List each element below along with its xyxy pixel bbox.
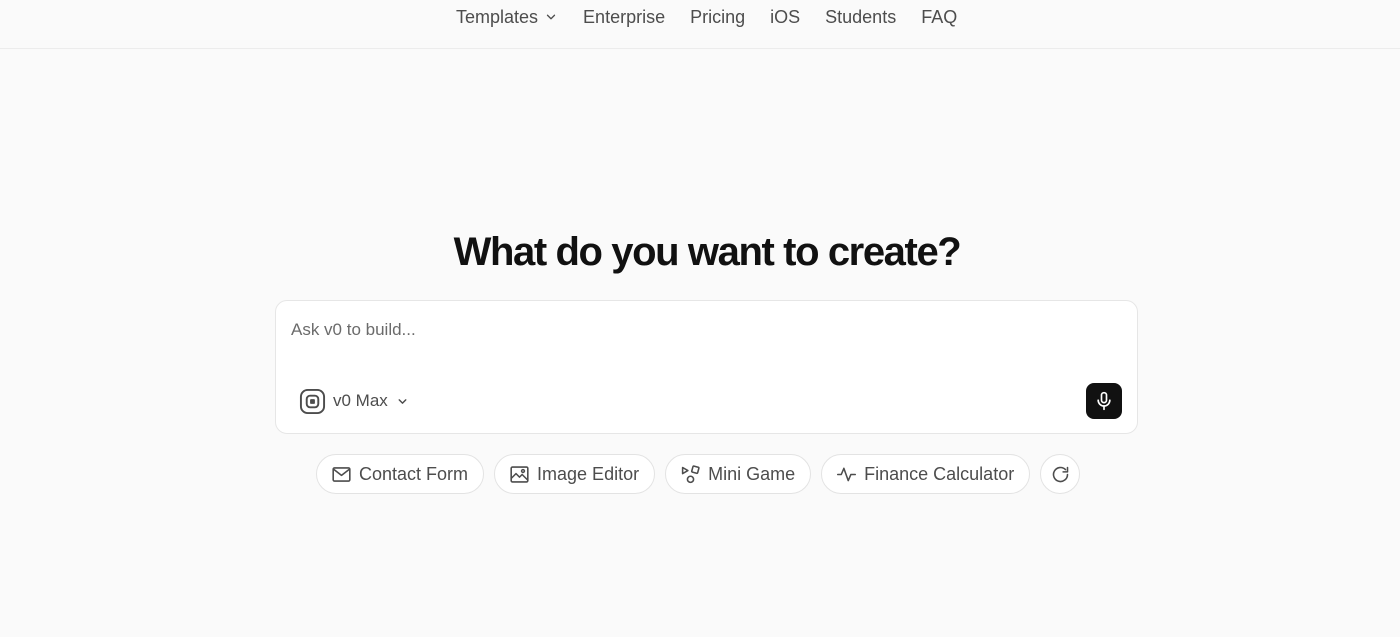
nav-item-label: Enterprise [583,6,666,27]
nav-item-pricing[interactable]: Pricing [690,7,745,28]
mail-icon [332,466,351,482]
suggestion-label: Contact Form [359,463,469,484]
image-icon [510,465,529,483]
nav-item-students[interactable]: Students [825,7,896,28]
model-chip-icon [299,388,326,414]
nav-list: Templates Enterprise Pricing iOS Student… [456,5,957,29]
activity-icon [837,467,857,481]
suggestion-label: Mini Game [708,463,796,484]
model-selector[interactable]: v0 Max [299,387,409,415]
nav-item-label: iOS [770,6,801,27]
suggestion-mini-game[interactable]: Mini Game [665,454,812,494]
shapes-icon [681,464,700,483]
suggestion-chips: Contact Form Image Editor Mini Game Fina… [316,454,1081,494]
microphone-icon [1097,391,1111,411]
microphone-button[interactable] [1086,383,1122,419]
suggestion-label: Finance Calculator [864,463,1015,484]
refresh-suggestions-button[interactable] [1040,454,1081,494]
nav-item-label: Students [825,6,897,27]
prompt-input[interactable] [291,317,1111,343]
nav-item-label: Templates [456,6,539,27]
prompt-box: v0 Max [275,300,1138,434]
nav-item-enterprise[interactable]: Enterprise [583,7,665,28]
page-title: What do you want to create? [453,230,962,274]
chevron-down-icon [398,398,407,404]
nav-item-label: Pricing [690,6,746,27]
refresh-icon [1052,466,1068,482]
nav-item-label: FAQ [921,6,958,27]
nav-item-templates[interactable]: Templates [456,7,558,28]
suggestion-image-editor[interactable]: Image Editor [494,454,656,494]
suggestion-contact-form[interactable]: Contact Form [316,454,485,494]
suggestion-label: Image Editor [537,463,640,484]
nav-item-ios[interactable]: iOS [770,7,800,28]
nav-item-faq[interactable]: FAQ [921,7,957,28]
top-navigation: Templates Enterprise Pricing iOS Student… [0,0,1400,49]
suggestion-finance-calculator[interactable]: Finance Calculator [821,454,1031,494]
chevron-down-icon [546,14,556,20]
model-label: v0 Max [333,391,388,410]
